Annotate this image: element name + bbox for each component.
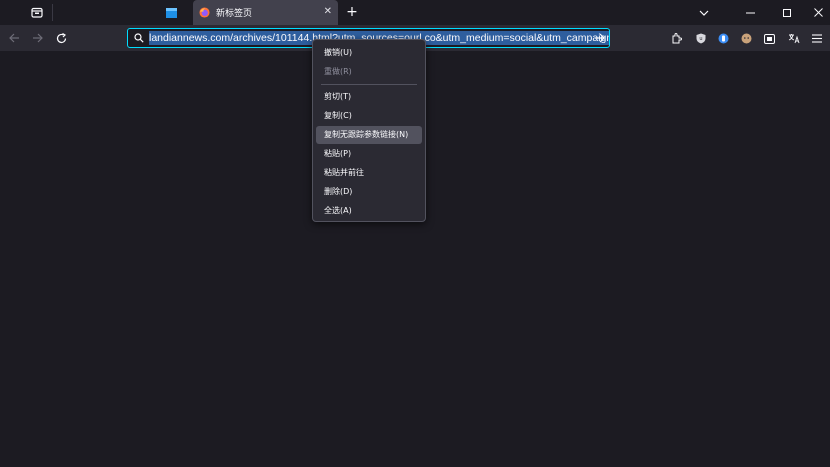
pinned-tab-icon (166, 7, 177, 18)
extension-icon (672, 33, 682, 44)
menu-icon (811, 34, 822, 43)
maximize-button[interactable] (778, 4, 796, 21)
app-menu-button[interactable] (808, 30, 825, 47)
minimize-icon (745, 12, 755, 13)
bitwarden-icon (718, 33, 729, 44)
avatar-extension-button[interactable] (738, 30, 755, 47)
page-content (0, 51, 830, 467)
extensions-button[interactable] (668, 30, 685, 47)
translate-icon (788, 34, 799, 44)
bitwarden-button[interactable] (715, 30, 732, 47)
avatar-extension-icon (741, 33, 752, 44)
reload-icon (56, 32, 66, 43)
tab-title: 新标签页 (216, 9, 253, 19)
tab-separator (52, 4, 53, 21)
pinned-tab[interactable] (163, 4, 180, 21)
reload-button[interactable] (52, 29, 70, 47)
list-all-tabs-icon (699, 10, 709, 16)
forward-icon (32, 33, 43, 43)
plus-icon: + (346, 4, 358, 20)
search-icon (134, 33, 144, 43)
tab-strip: 新标签页 ✕ + (0, 0, 830, 25)
go-arrow-icon (595, 33, 605, 43)
firefox-view-icon (31, 7, 43, 18)
list-all-tabs-button[interactable] (695, 4, 713, 21)
screenshot-button[interactable] (761, 30, 778, 47)
ublock-icon: u (696, 33, 705, 44)
back-button[interactable] (5, 29, 23, 47)
svg-text:u: u (699, 36, 702, 42)
firefox-logo-icon (199, 7, 210, 18)
ublock-button[interactable]: u (692, 30, 709, 47)
close-window-icon (813, 8, 823, 17)
maximize-icon (783, 8, 791, 17)
firefox-view-button[interactable] (28, 4, 46, 21)
back-icon (8, 33, 19, 43)
tab-close-button[interactable]: ✕ (324, 6, 332, 17)
close-window-button[interactable] (809, 4, 827, 21)
new-tab-button[interactable]: + (343, 3, 361, 21)
forward-button[interactable] (28, 29, 46, 47)
translate-button[interactable] (785, 30, 802, 47)
screenshot-icon (764, 33, 775, 44)
tab-active[interactable]: 新标签页 ✕ (193, 0, 338, 25)
minimize-button[interactable] (741, 4, 759, 21)
go-button[interactable] (594, 31, 605, 43)
